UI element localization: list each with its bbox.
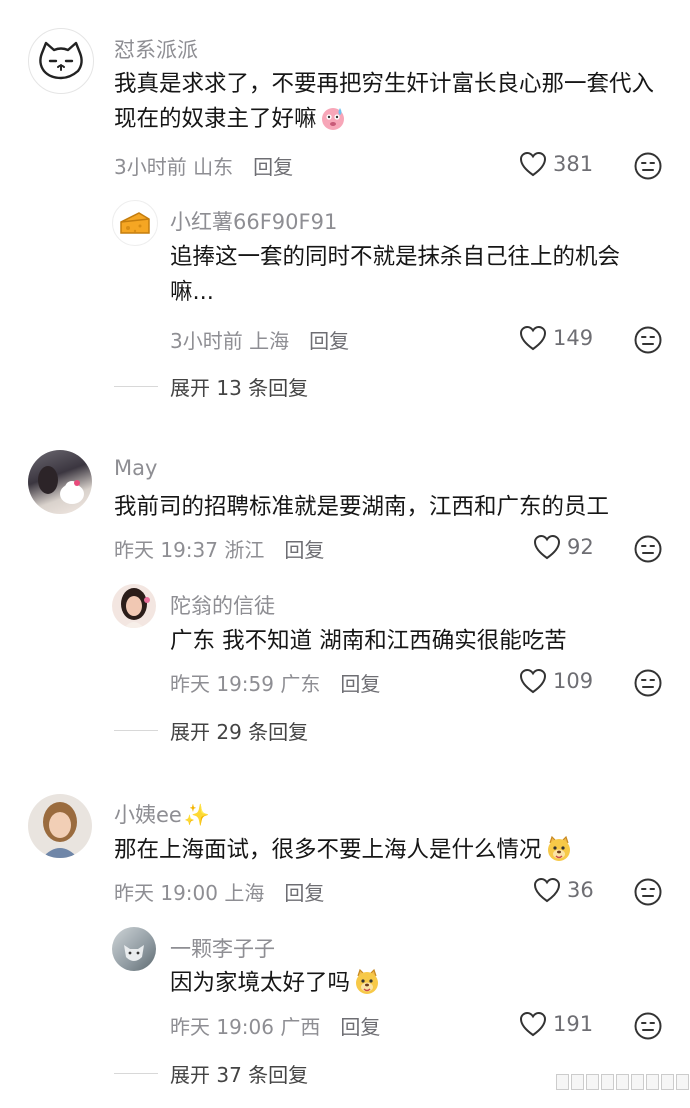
reply-button[interactable]: 回复 [284, 534, 324, 563]
like-button[interactable]: 36 [533, 877, 594, 903]
flushed-emoji-icon [319, 104, 347, 143]
comment-username[interactable]: 怼系派派 [114, 34, 198, 64]
reply-meta: 昨天 19:59 广东 回复 [170, 668, 380, 697]
reply-text: 追捧这一套的同时不就是抹杀自己往上的机会嘛... [170, 244, 621, 305]
reply-time: 昨天 19:06 [170, 1015, 274, 1039]
selfie-avatar[interactable] [28, 794, 92, 858]
portrait-avatar[interactable] [112, 584, 156, 628]
reply-location: 广西 [280, 1015, 321, 1039]
comment-username[interactable]: May [114, 456, 157, 480]
reply-text: 因为家境太好了吗 [170, 966, 662, 1007]
comment-meta: 昨天 19:37 浙江 回复 [114, 534, 324, 563]
expand-label: 展开 13 条回复 [170, 376, 309, 400]
reply-button[interactable]: 回复 [309, 325, 349, 354]
divider-line [114, 730, 158, 731]
heart-icon [533, 877, 561, 903]
reply-meta: 昨天 19:06 广西 回复 [170, 1011, 380, 1040]
heart-icon [519, 325, 547, 351]
reply-text: 广东 我不知道 湖南和江西确实很能吃苦 [170, 628, 567, 654]
divider-line [114, 1073, 158, 1074]
like-button[interactable]: 381 [519, 151, 593, 177]
like-count: 36 [567, 878, 594, 902]
comment-meta: 昨天 19:00 上海 回复 [114, 877, 324, 906]
like-count: 381 [553, 152, 594, 176]
dislike-face-icon[interactable] [633, 151, 663, 181]
heart-icon [519, 668, 547, 694]
reply-button[interactable]: 回复 [253, 151, 293, 180]
reply-location: 上海 [249, 329, 290, 353]
heart-icon [533, 534, 561, 560]
heart-icon [519, 1011, 547, 1037]
expand-replies-button[interactable]: 展开 13 条回复 [114, 372, 308, 401]
comment-meta: 3小时前 山东 回复 [114, 151, 293, 180]
reply-button[interactable]: 回复 [340, 668, 380, 697]
dislike-face-icon[interactable] [633, 534, 663, 564]
reply-button[interactable]: 回复 [340, 1011, 380, 1040]
reply-location: 广东 [280, 672, 321, 696]
cat-doodle-avatar[interactable] [28, 28, 94, 94]
expand-label: 展开 37 条回复 [170, 1063, 309, 1087]
comment-time: 昨天 19:00 [114, 881, 218, 905]
like-button[interactable]: 109 [519, 668, 593, 694]
expand-label: 展开 29 条回复 [170, 720, 309, 744]
cheese-avatar[interactable] [112, 200, 158, 246]
dog-face-emoji-icon [352, 966, 382, 1007]
comment-time: 3小时前 [114, 155, 187, 179]
reply-username[interactable]: 小红薯66F90F91 [170, 206, 337, 236]
sparkles-icon: ✨ [183, 803, 210, 827]
comment-location: 浙江 [224, 538, 265, 562]
dislike-face-icon[interactable] [633, 668, 663, 698]
heart-icon [519, 151, 547, 177]
like-count: 191 [553, 1012, 594, 1036]
dog-face-emoji-icon [544, 833, 574, 874]
dislike-face-icon[interactable] [633, 877, 663, 907]
like-count: 109 [553, 669, 594, 693]
comment-username[interactable]: 小姨ee✨ [114, 799, 210, 829]
photo-avatar[interactable] [28, 450, 92, 514]
comment-text: 我前司的招聘标准就是要湖南，江西和广东的员工 [114, 494, 610, 520]
reply-button[interactable]: 回复 [284, 877, 324, 906]
like-button[interactable]: 92 [533, 534, 594, 560]
divider-line [114, 386, 158, 387]
watermark-mark [556, 1074, 690, 1090]
reply-time: 3小时前 [170, 329, 243, 353]
like-button[interactable]: 149 [519, 325, 593, 351]
reply-username[interactable]: 一颗李子子 [170, 933, 275, 963]
like-button[interactable]: 191 [519, 1011, 593, 1037]
comment-location: 山东 [193, 155, 234, 179]
comment-text: 我真是求求了，不要再把穷生奸计富长良心那一套代入现在的奴隶主了好嘛 [114, 67, 662, 143]
expand-replies-button[interactable]: 展开 29 条回复 [114, 716, 308, 745]
comment-time: 昨天 19:37 [114, 538, 218, 562]
comment-location: 上海 [224, 881, 265, 905]
dislike-face-icon[interactable] [633, 1011, 663, 1041]
reply-username[interactable]: 陀翁的信徒 [170, 590, 275, 620]
reply-meta: 3小时前 上海 回复 [170, 325, 349, 354]
reply-time: 昨天 19:59 [170, 672, 274, 696]
cat-photo-avatar[interactable] [112, 927, 156, 971]
like-count: 92 [567, 535, 594, 559]
expand-replies-button[interactable]: 展开 37 条回复 [114, 1059, 308, 1088]
comment-text: 那在上海面试，很多不要上海人是什么情况 [114, 833, 662, 874]
like-count: 149 [553, 326, 594, 350]
dislike-face-icon[interactable] [633, 325, 663, 355]
